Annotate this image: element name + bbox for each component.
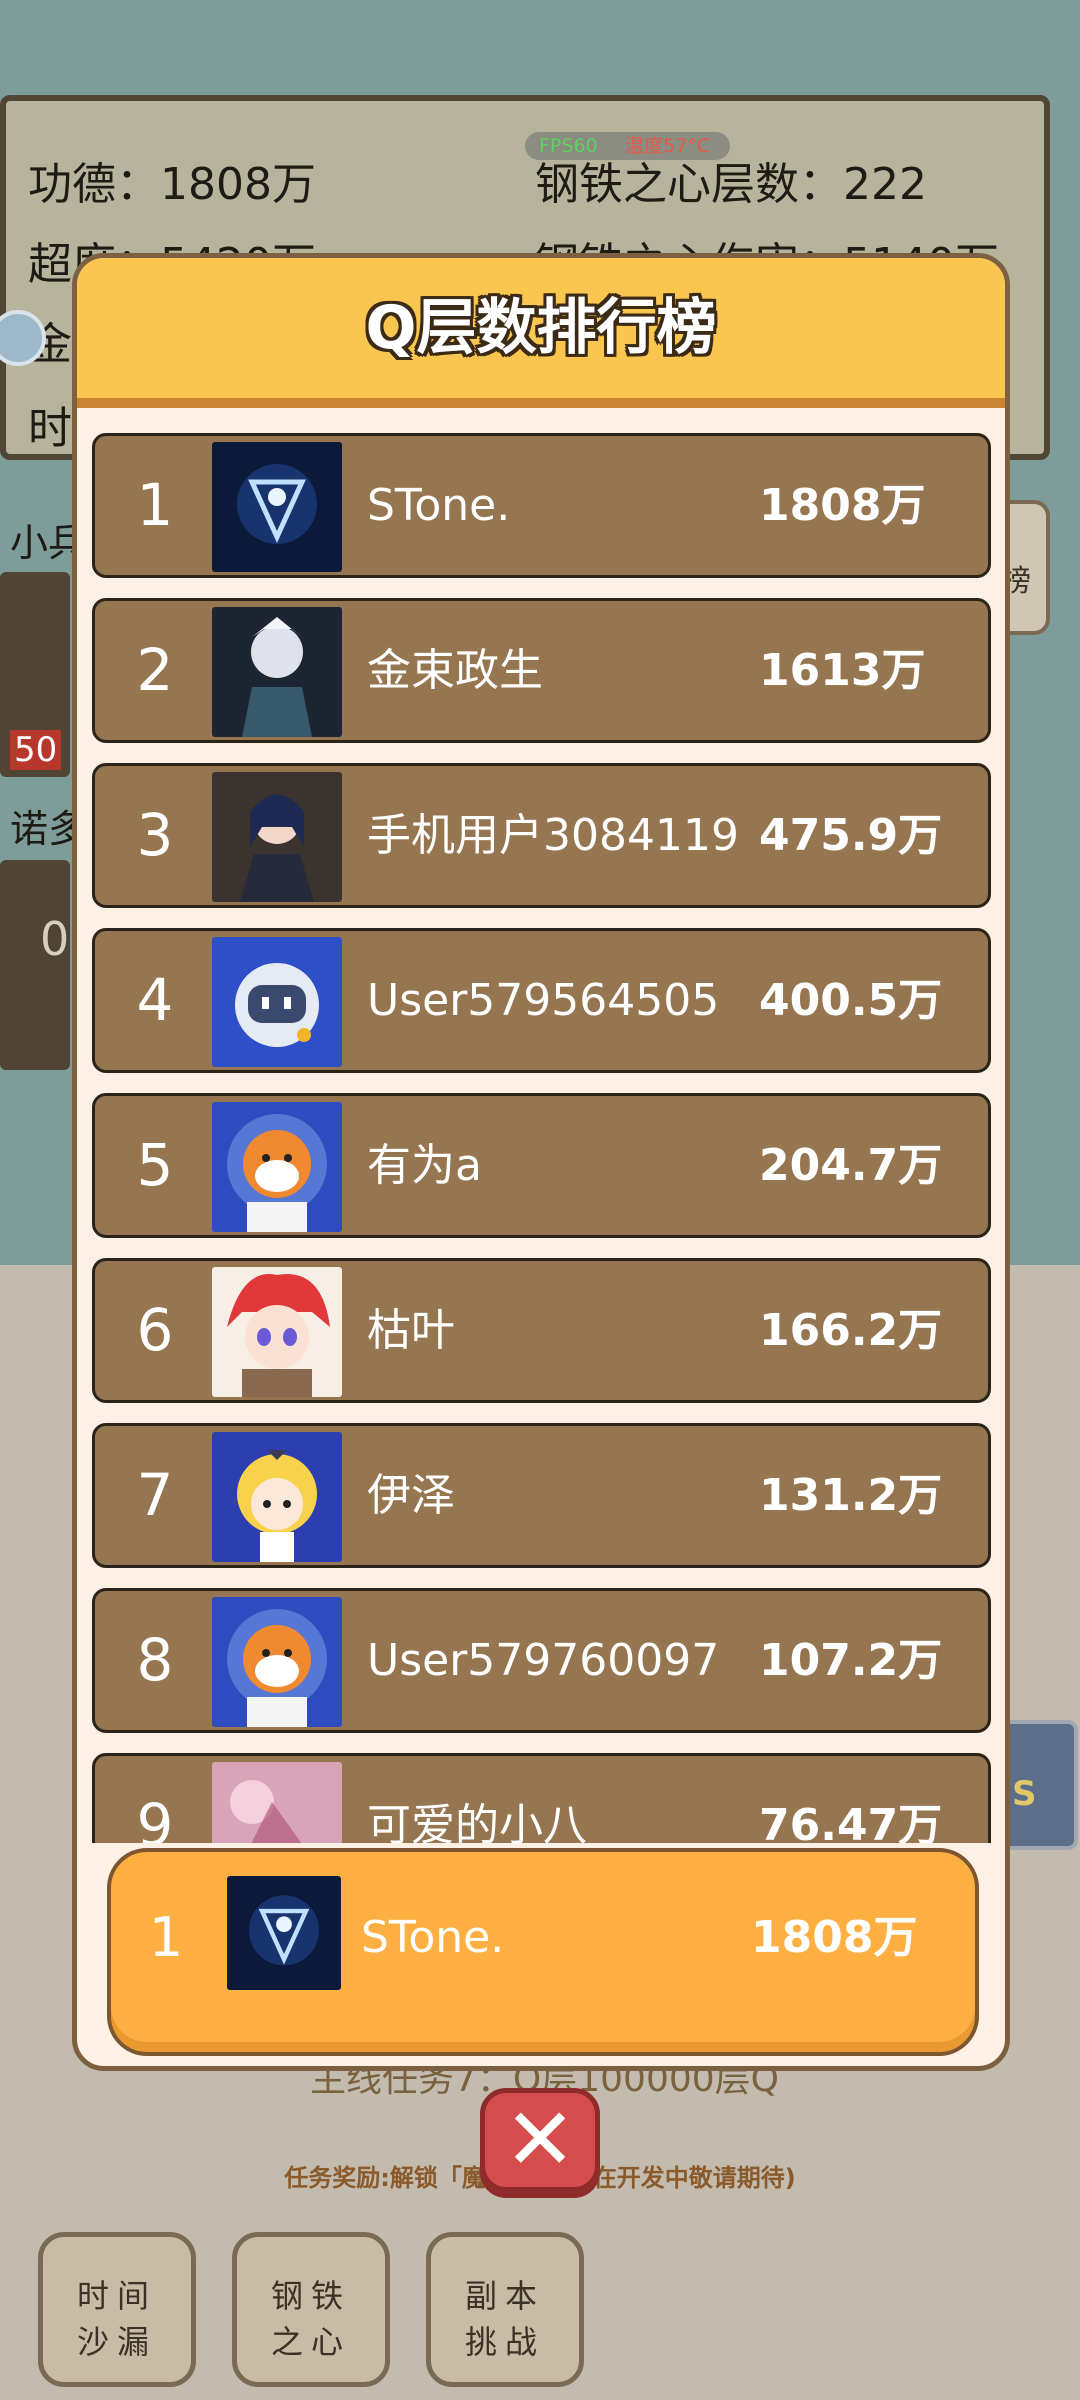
hourglass-label-1: 时间 xyxy=(76,2277,157,2315)
avatar xyxy=(212,1762,342,1843)
iron-heart-label-2: 之心 xyxy=(270,2323,351,2361)
fps-text: FPS60 xyxy=(539,135,598,157)
rank-number: 2 xyxy=(136,636,174,704)
rank-number: 6 xyxy=(136,1296,174,1364)
rank-number: 3 xyxy=(136,801,174,869)
minion-card[interactable]: 50 xyxy=(0,572,70,777)
avatar xyxy=(212,1102,342,1232)
rank-number: 9 xyxy=(136,1791,174,1843)
player-score: 204.7万 xyxy=(759,1140,943,1191)
player-name: User579760097 xyxy=(367,1635,720,1686)
temperature-text: 温度57°C xyxy=(625,135,710,157)
my-player-score: 1808万 xyxy=(751,1912,918,1963)
player-name: 伊泽 xyxy=(367,1470,455,1521)
player-name: 有为a xyxy=(367,1140,482,1191)
close-icon: ✕ xyxy=(503,2090,577,2190)
avatar xyxy=(212,1432,342,1562)
player-score: 1808万 xyxy=(759,480,926,531)
avatar xyxy=(212,607,342,737)
unit-card[interactable]: 0 xyxy=(0,860,70,1070)
rank-row[interactable]: 3 手机用户3084119 475.9万 xyxy=(92,763,991,908)
merit-stat: 功德：1808万 xyxy=(28,159,316,210)
avatar xyxy=(212,772,342,902)
close-button[interactable]: ✕ xyxy=(480,2088,600,2192)
player-name: 手机用户3084119 xyxy=(367,810,739,861)
hourglass-label-2: 沙漏 xyxy=(76,2323,157,2361)
player-score: 1613万 xyxy=(759,645,926,696)
my-avatar xyxy=(227,1876,341,1990)
my-rank-row[interactable]: 1 STone. 1808万 xyxy=(107,1848,979,2056)
player-score: 76.47万 xyxy=(759,1800,943,1843)
dungeon-label-1: 副本 xyxy=(464,2277,545,2315)
dungeon-challenge-button[interactable]: 副本 挑战 xyxy=(426,2232,584,2387)
rank-row[interactable]: 7 伊泽 131.2万 xyxy=(92,1423,991,1568)
modal-header: Q层数排行榜 xyxy=(77,258,1005,408)
modal-title: Q层数排行榜 xyxy=(365,293,717,363)
rank-list[interactable]: 1 STone. 1808万 2 金束政生 1613万 3 手机用户308411… xyxy=(92,433,992,1843)
rank-number: 5 xyxy=(136,1131,174,1199)
my-rank-number: 1 xyxy=(148,1906,184,1969)
rank-number: 1 xyxy=(136,471,174,539)
avatar xyxy=(212,937,342,1067)
avatar xyxy=(212,1267,342,1397)
rank-row[interactable]: 2 金束政生 1613万 xyxy=(92,598,991,743)
player-name: 枯叶 xyxy=(367,1305,455,1356)
rank-number: 7 xyxy=(136,1461,174,1529)
rank-row[interactable]: 6 枯叶 166.2万 xyxy=(92,1258,991,1403)
avatar xyxy=(212,1597,342,1727)
player-score: 131.2万 xyxy=(759,1470,943,1521)
rank-row[interactable]: 5 有为a 204.7万 xyxy=(92,1093,991,1238)
fps-indicator: FPS60 温度57°C xyxy=(525,132,730,160)
player-name: STone. xyxy=(367,480,511,531)
shield-icon[interactable]: S xyxy=(1000,1720,1078,1850)
dungeon-label-2: 挑战 xyxy=(464,2323,545,2361)
player-name: User579564505 xyxy=(367,975,720,1026)
minion-count: 50 xyxy=(10,730,62,770)
rank-row[interactable]: 1 STone. 1808万 xyxy=(92,433,991,578)
shield-letter: S xyxy=(1012,1774,1037,1814)
player-name: 金束政生 xyxy=(367,645,543,696)
rank-row[interactable]: 4 User579564505 400.5万 xyxy=(92,928,991,1073)
my-player-name: STone. xyxy=(361,1912,505,1963)
leaderboard-modal: Q层数排行榜 1 STone. 1808万 2 金束政生 1613万 3 手机用… xyxy=(72,253,1010,2071)
rank-row[interactable]: 8 User579760097 107.2万 xyxy=(92,1588,991,1733)
player-score: 475.9万 xyxy=(759,810,943,861)
iron-heart-button[interactable]: 钢铁 之心 xyxy=(232,2232,390,2387)
rank-number: 8 xyxy=(136,1626,174,1694)
hourglass-button[interactable]: 时间 沙漏 xyxy=(38,2232,196,2387)
player-score: 400.5万 xyxy=(759,975,943,1026)
rank-number: 4 xyxy=(136,966,174,1034)
player-score: 166.2万 xyxy=(759,1305,943,1356)
avatar xyxy=(212,442,342,572)
time-stat: 时 xyxy=(28,403,72,454)
unit-card-value: 0 xyxy=(40,912,70,966)
rank-row[interactable]: 9 可爱的小八 76.47万 xyxy=(92,1753,991,1843)
iron-heart-label-1: 钢铁 xyxy=(270,2277,351,2315)
player-score: 107.2万 xyxy=(759,1635,943,1686)
player-name: 可爱的小八 xyxy=(367,1800,587,1843)
